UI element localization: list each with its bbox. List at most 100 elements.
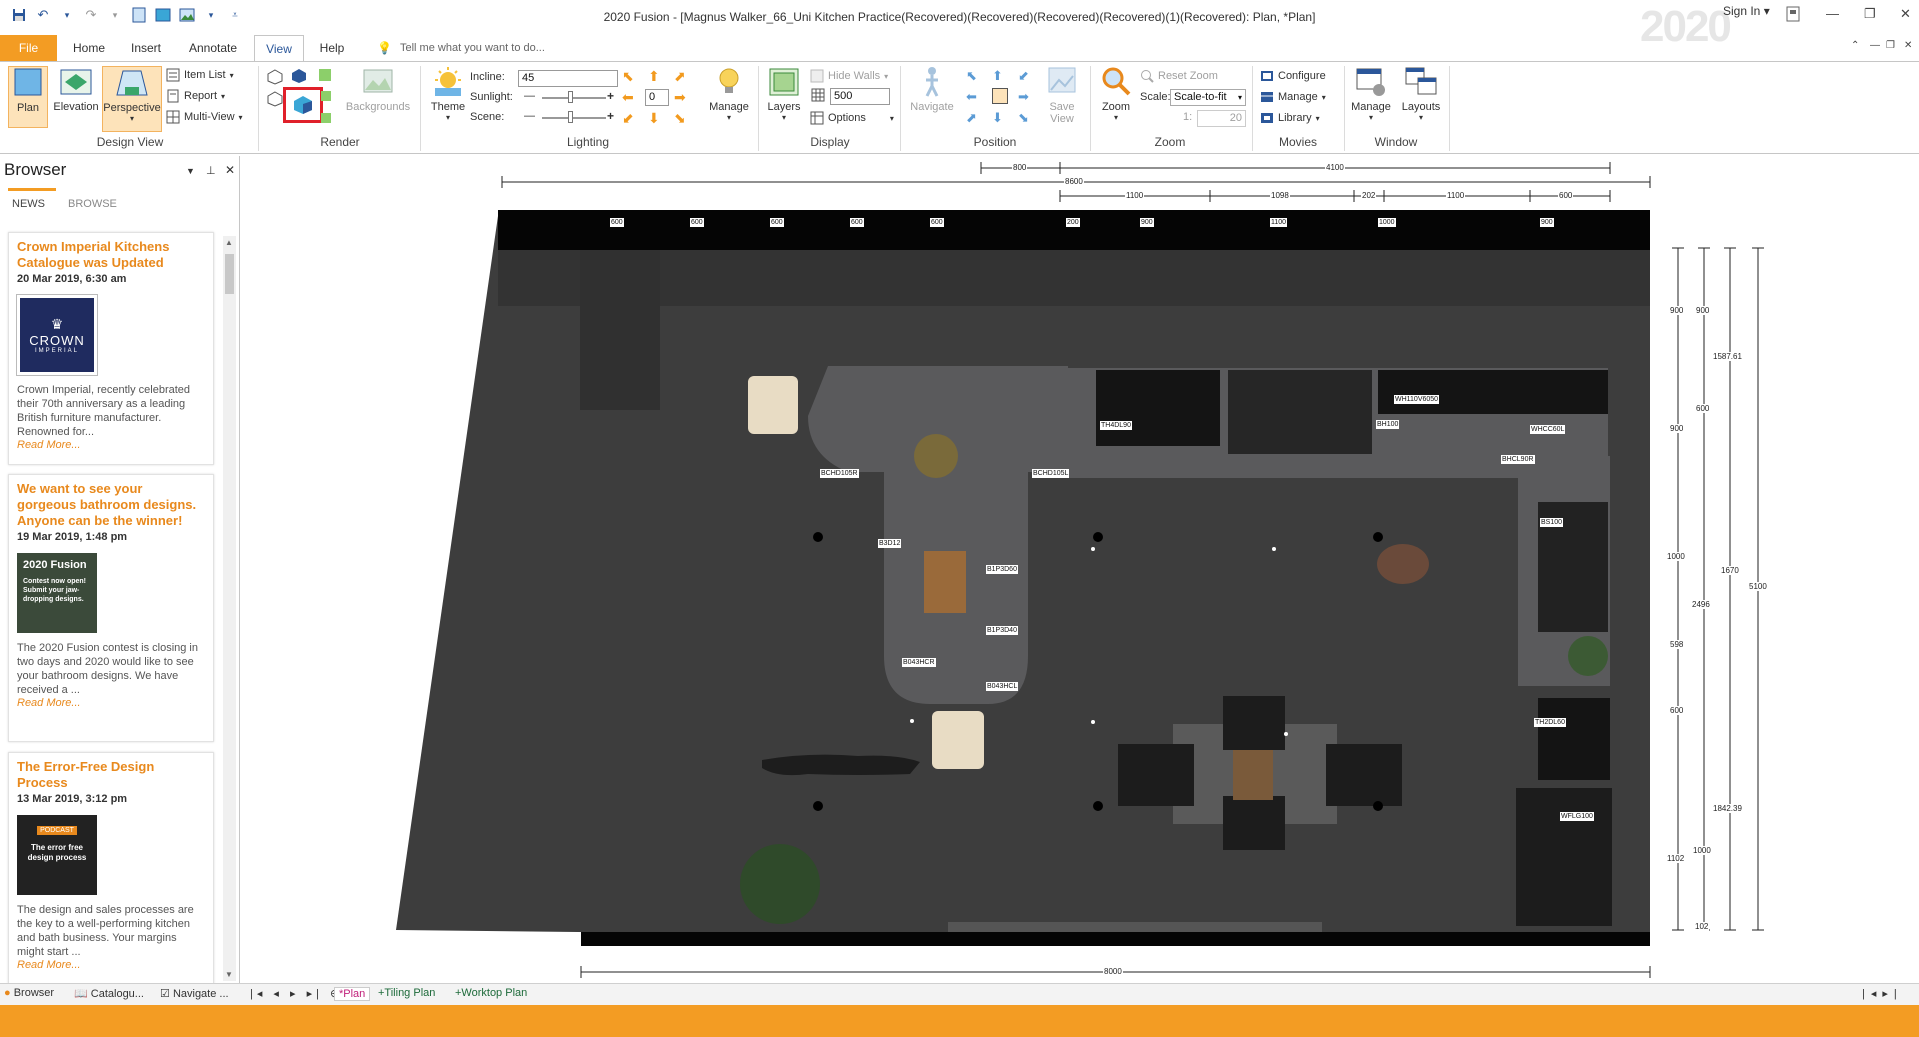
- tab-browse[interactable]: BROWSE: [68, 198, 117, 210]
- sunlight-plus-button[interactable]: +: [607, 89, 614, 103]
- unit-label[interactable]: BS100: [1540, 518, 1564, 527]
- reset-zoom-button[interactable]: Reset Zoom: [1140, 67, 1218, 85]
- view-tab-worktop-plan[interactable]: +Worktop Plan: [455, 987, 527, 999]
- news-title[interactable]: Crown Imperial Kitchens Catalogue was Up…: [17, 239, 205, 271]
- render-green-icon-3[interactable]: [320, 112, 332, 127]
- sign-in-link[interactable]: Sign In ▾: [1723, 4, 1770, 18]
- position-arrow-left-icon[interactable]: ⬅: [966, 89, 977, 105]
- unit-label[interactable]: WH110V6050: [1394, 395, 1440, 404]
- window-manage-button[interactable]: Manage ▾: [1348, 66, 1394, 122]
- position-arrow-down-icon[interactable]: ⬇: [992, 110, 1003, 126]
- restore-icon[interactable]: ❐: [1864, 6, 1876, 22]
- movies-manage-button[interactable]: Manage ▾: [1260, 88, 1326, 106]
- wireframe-cube-icon[interactable]: [267, 69, 283, 88]
- news-title[interactable]: We want to see your gorgeous bathroom de…: [17, 481, 205, 529]
- layouts-button[interactable]: Layouts ▾: [1398, 66, 1444, 122]
- plan-button[interactable]: Plan: [8, 66, 48, 128]
- tab-annotate[interactable]: Annotate: [180, 35, 246, 61]
- sunlight-slider-thumb[interactable]: [568, 91, 573, 103]
- contest-thumbnail[interactable]: 2020 Fusion Contest now open! Submit you…: [17, 553, 97, 633]
- scroll-down-icon[interactable]: ▼: [225, 970, 233, 979]
- item-list-button[interactable]: Item List ▾: [166, 66, 234, 84]
- panel-tab-browser[interactable]: ● Browser: [4, 987, 54, 999]
- sunlight-minus-button[interactable]: —: [524, 90, 535, 102]
- hide-walls-button[interactable]: Hide Walls ▾: [810, 67, 888, 85]
- perspective-button[interactable]: Perspective ▾: [102, 66, 162, 132]
- minimize-icon[interactable]: —: [1826, 6, 1839, 21]
- news-card[interactable]: The Error-Free Design Process 13 Mar 201…: [8, 752, 214, 984]
- light-arrow-right-icon[interactable]: ➡: [674, 89, 686, 106]
- doc-restore-icon[interactable]: ❐: [1886, 40, 1895, 51]
- ratio-input[interactable]: 20: [1197, 110, 1246, 127]
- read-more-link[interactable]: Read More...: [17, 959, 205, 971]
- save-view-button[interactable]: Save View: [1042, 66, 1082, 125]
- render-quality-highlighted-button[interactable]: [283, 87, 323, 123]
- unit-label[interactable]: BCHD105L: [1032, 469, 1070, 478]
- position-center-button[interactable]: [992, 88, 1008, 104]
- unit-label[interactable]: B1P3D60: [986, 565, 1018, 574]
- tab-view[interactable]: View: [254, 35, 304, 62]
- library-button[interactable]: Library ▾: [1260, 109, 1320, 127]
- scene-plus-button[interactable]: +: [607, 109, 614, 123]
- position-arrow-down-left-icon[interactable]: ⬈: [966, 110, 977, 126]
- zoom-button[interactable]: Zoom ▾: [1096, 66, 1136, 122]
- scene-slider-thumb[interactable]: [568, 111, 573, 123]
- unit-label[interactable]: B043HCL: [986, 682, 1019, 691]
- doc-close-icon[interactable]: ✕: [1904, 40, 1912, 51]
- view-tab-tiling-plan[interactable]: +Tiling Plan: [378, 987, 435, 999]
- light-arrow-up-icon[interactable]: ⬆: [648, 68, 660, 85]
- view-tab-navigation-arrows[interactable]: |◂ ◂ ▸ ▸| ⊕: [250, 987, 343, 1000]
- plan-canvas[interactable]: 800 4100 8600 1100 1098 202 1100 600 600…: [248, 156, 1919, 983]
- account-icon[interactable]: [1786, 6, 1800, 25]
- panel-tab-catalogue[interactable]: 📖 Catalogu...: [74, 987, 144, 1000]
- tab-news[interactable]: NEWS: [12, 198, 45, 210]
- unit-label[interactable]: TH2DL60: [1534, 718, 1566, 727]
- unit-label[interactable]: BHCL90R: [1501, 455, 1535, 464]
- multi-view-button[interactable]: Multi-View ▾: [166, 108, 243, 126]
- pin-icon[interactable]: ⊥: [206, 164, 216, 177]
- unit-label[interactable]: TH4DL90: [1100, 421, 1132, 430]
- tab-home[interactable]: Home: [66, 35, 112, 61]
- layers-button[interactable]: Layers ▾: [762, 66, 806, 122]
- crown-imperial-thumbnail[interactable]: ♛ CROWN IMPERIAL: [16, 294, 98, 376]
- light-arrow-left-icon[interactable]: ⬅: [622, 89, 634, 106]
- elevation-button[interactable]: Elevation: [52, 66, 100, 113]
- position-arrow-down-right-icon[interactable]: ⬊: [1018, 110, 1029, 126]
- panel-close-icon[interactable]: ✕: [225, 163, 235, 177]
- unit-label[interactable]: WFLG100: [1560, 812, 1594, 821]
- grid-size-input[interactable]: 500: [830, 88, 890, 105]
- light-arrow-down-right-icon[interactable]: ⬊: [674, 110, 686, 127]
- position-arrow-up-right-icon[interactable]: ⬋: [1018, 68, 1029, 84]
- outline-cube-icon[interactable]: [267, 91, 283, 110]
- news-title[interactable]: The Error-Free Design Process: [17, 759, 205, 791]
- unit-label[interactable]: WHCC60L: [1530, 425, 1566, 434]
- position-arrow-up-left-icon[interactable]: ⬉: [966, 68, 977, 84]
- report-button[interactable]: Report ▾: [166, 87, 225, 105]
- position-arrow-up-icon[interactable]: ⬆: [992, 68, 1003, 84]
- ribbon-collapse-icon[interactable]: ⌃: [1851, 40, 1859, 51]
- solid-cube-icon[interactable]: [291, 68, 307, 87]
- light-arrow-down-icon[interactable]: ⬇: [648, 110, 660, 127]
- unit-label[interactable]: B1P3D40: [986, 626, 1018, 635]
- panel-dropdown-icon[interactable]: ▼: [186, 166, 195, 176]
- tab-help[interactable]: Help: [313, 35, 351, 61]
- tab-insert[interactable]: Insert: [123, 35, 169, 61]
- lighting-manage-button[interactable]: Manage ▾: [704, 66, 754, 122]
- unit-label[interactable]: BCHD105R: [820, 469, 859, 478]
- position-arrow-right-icon[interactable]: ➡: [1018, 89, 1029, 105]
- news-card[interactable]: We want to see your gorgeous bathroom de…: [8, 474, 214, 742]
- light-arrow-up-right-icon[interactable]: ⬈: [674, 68, 686, 85]
- podcast-thumbnail[interactable]: PODCAST The error free design process: [17, 815, 97, 895]
- unit-label[interactable]: B043HCR: [902, 658, 936, 667]
- browser-scrollbar[interactable]: ▲ ▼: [223, 236, 236, 981]
- scrollbar-thumb[interactable]: [225, 254, 234, 294]
- panel-tab-navigate[interactable]: ☑ Navigate ...: [160, 987, 229, 1000]
- scroll-up-icon[interactable]: ▲: [225, 238, 233, 247]
- tell-me-search[interactable]: Tell me what you want to do...: [400, 42, 545, 54]
- light-arrow-down-left-icon[interactable]: ⬋: [622, 110, 634, 127]
- view-tab-plan[interactable]: *Plan: [334, 987, 371, 1001]
- horizontal-scroll-arrows[interactable]: |◂▸|: [1862, 987, 1903, 1000]
- light-arrow-up-left-icon[interactable]: ⬉: [622, 68, 634, 85]
- close-icon[interactable]: ✕: [1900, 6, 1911, 22]
- read-more-link[interactable]: Read More...: [17, 697, 205, 709]
